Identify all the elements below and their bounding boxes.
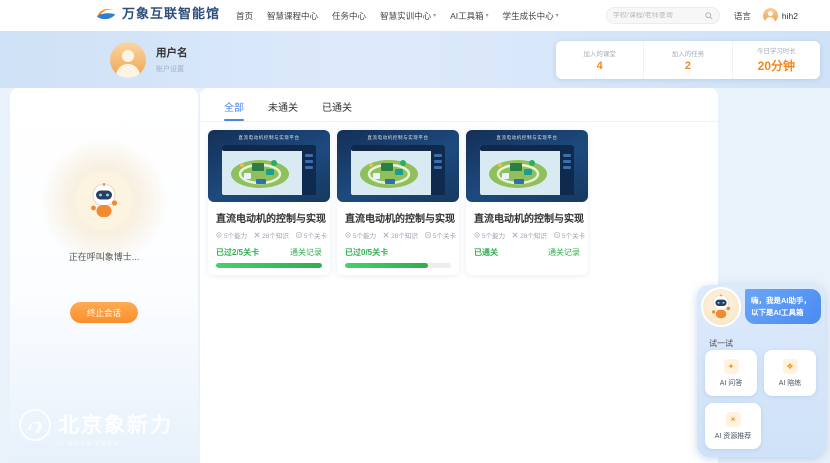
pass-record-link[interactable]: 通关记录	[548, 247, 580, 258]
stat-study-time: 今日学习时长 20分钟	[732, 41, 820, 79]
username-label: hih2	[782, 11, 798, 21]
progress-status: 已通关	[474, 247, 498, 258]
course-card[interactable]: 直流电动机控制与实现平台 直流电动机的控制与实现 5个能力 28个知识 5个关卡…	[337, 130, 459, 275]
tool-ai-resources[interactable]: ☀ AI 资源推荐	[705, 403, 761, 449]
ai-practice-icon: ❖	[783, 359, 798, 374]
ability-icon	[345, 232, 351, 238]
chevron-down-icon: ▾	[486, 13, 489, 19]
top-navbar: 万象互联智能馆 · · · · · · · · 首页 智慧课程中心 任务中心 智…	[0, 0, 830, 31]
course-thumbnail: 直流电动机控制与实现平台	[466, 130, 588, 202]
course-meta: 5个能力 28个知识 5个关卡	[345, 230, 451, 240]
global-search[interactable]	[606, 7, 720, 24]
stat-joined-tasks: 加入的任务 2	[643, 41, 731, 79]
elephant-logo-icon	[18, 408, 52, 447]
course-thumbnail: 直流电动机控制与实现平台	[208, 130, 330, 202]
profile-name: 用户名	[156, 45, 188, 60]
menu-item-growth[interactable]: 学生成长中心▾	[503, 10, 559, 22]
ability-icon	[474, 232, 480, 238]
level-icon	[554, 232, 560, 238]
ability-icon	[216, 232, 222, 238]
knowledge-icon	[254, 232, 260, 238]
progress-status: 已过0/5关卡	[345, 247, 388, 258]
watermark-subtitle: AI·数字孪生·智能教育	[58, 441, 173, 447]
tab-passed[interactable]: 已通关	[322, 99, 352, 121]
stats-card: 加入的课堂 4 加入的任务 2 今日学习时长 20分钟	[556, 41, 820, 79]
user-avatar[interactable]	[763, 8, 778, 23]
ai-resources-icon: ☀	[726, 412, 741, 427]
brand-name: 万象互联智能馆	[122, 3, 220, 22]
assistant-robot-avatar	[75, 172, 133, 230]
tab-all[interactable]: 全部	[224, 99, 244, 121]
stop-session-button[interactable]: 终止会话	[70, 302, 138, 323]
level-icon	[425, 232, 431, 238]
search-icon[interactable]	[705, 7, 713, 25]
course-card-list: 直流电动机控制与实现平台 直流电动机的控制与实现 5个能力 28个知识 5个关卡…	[200, 122, 718, 275]
search-input[interactable]	[613, 12, 705, 19]
knowledge-icon	[512, 232, 518, 238]
brand-logo[interactable]: 万象互联智能馆 · · · · · · · ·	[95, 3, 220, 28]
brand-watermark: 北京象新力 AI·数字孪生·智能教育	[18, 408, 173, 447]
main-menu: 首页 智慧课程中心 任务中心 智慧实训中心▾ AI工具箱▾ 学生成长中心▾	[236, 10, 559, 22]
stat-joined-classes: 加入的课堂 4	[556, 41, 643, 79]
brand-swoosh-icon	[95, 5, 117, 27]
filter-tabs: 全部 未通关 已通关	[200, 88, 718, 122]
ai-toolbox-panel: 嗨，我是AI助手， 以下是AI工具箱 试一试 ✦ AI 问答 ❖ AI 陪练 ☀…	[697, 285, 825, 457]
course-title: 直流电动机的控制与实现	[345, 210, 451, 225]
tab-not-passed[interactable]: 未通关	[268, 99, 298, 121]
brand-subtitle: · · · · · · · ·	[122, 23, 220, 28]
try-it-label: 试一试	[709, 338, 733, 349]
ai-tool-list: ✦ AI 问答 ❖ AI 陪练 ☀ AI 资源推荐	[705, 350, 819, 449]
app-screen: 万象互联智能馆 · · · · · · · · 首页 智慧课程中心 任务中心 智…	[0, 0, 830, 463]
assistant-glow	[41, 138, 167, 264]
course-card[interactable]: 直流电动机控制与实现平台 直流电动机的控制与实现 5个能力 28个知识 5个关卡…	[208, 130, 330, 275]
menu-item-tasks[interactable]: 任务中心	[332, 10, 366, 22]
course-title: 直流电动机的控制与实现	[216, 210, 322, 225]
assistant-sidebar: 正在呼叫象博士... 终止会话 北京象新力 AI·数字孪生·智能教育	[10, 88, 198, 463]
course-card[interactable]: 直流电动机控制与实现平台 直流电动机的控制与实现 5个能力 28个知识 5个关卡…	[466, 130, 588, 275]
level-icon	[296, 232, 302, 238]
menu-item-home[interactable]: 首页	[236, 10, 253, 22]
progress-bar	[216, 263, 322, 268]
ai-qa-icon: ✦	[724, 359, 739, 374]
course-meta: 5个能力 28个知识 5个关卡	[474, 230, 580, 240]
menu-item-training[interactable]: 智慧实训中心▾	[380, 10, 436, 22]
course-panel: 全部 未通关 已通关 直流电动机控制与实现平台 直流电动机的控制与实现 5个能力…	[200, 88, 718, 463]
calling-status-text: 正在呼叫象博士...	[10, 250, 198, 263]
course-meta: 5个能力 28个知识 5个关卡	[216, 230, 322, 240]
progress-status: 已过2/5关卡	[216, 247, 259, 258]
course-title: 直流电动机的控制与实现	[474, 210, 580, 225]
chevron-down-icon: ▾	[433, 13, 436, 19]
progress-bar	[345, 263, 451, 268]
pass-record-link[interactable]: 通关记录	[290, 247, 322, 258]
ai-assistant-avatar[interactable]	[701, 287, 741, 327]
knowledge-icon	[383, 232, 389, 238]
watermark-brand-text: 北京象新力	[58, 409, 173, 439]
menu-item-courses[interactable]: 智慧课程中心	[267, 10, 318, 22]
profile-avatar[interactable]	[110, 42, 146, 78]
tool-ai-practice[interactable]: ❖ AI 陪练	[764, 350, 816, 396]
course-thumbnail: 直流电动机控制与实现平台	[337, 130, 459, 202]
tool-ai-qa[interactable]: ✦ AI 问答	[705, 350, 757, 396]
user-menu[interactable]: hih2	[763, 8, 798, 23]
ai-greeting-bubble: 嗨，我是AI助手， 以下是AI工具箱	[745, 289, 821, 324]
chevron-down-icon: ▾	[556, 13, 559, 19]
account-settings-link[interactable]: 账户设置	[156, 64, 188, 74]
profile-banner: 用户名 账户设置 加入的课堂 4 加入的任务 2 今日学习时长 20分钟	[0, 31, 830, 88]
menu-item-ai-toolbox[interactable]: AI工具箱▾	[450, 10, 489, 22]
language-switch[interactable]: 语言	[734, 10, 751, 22]
